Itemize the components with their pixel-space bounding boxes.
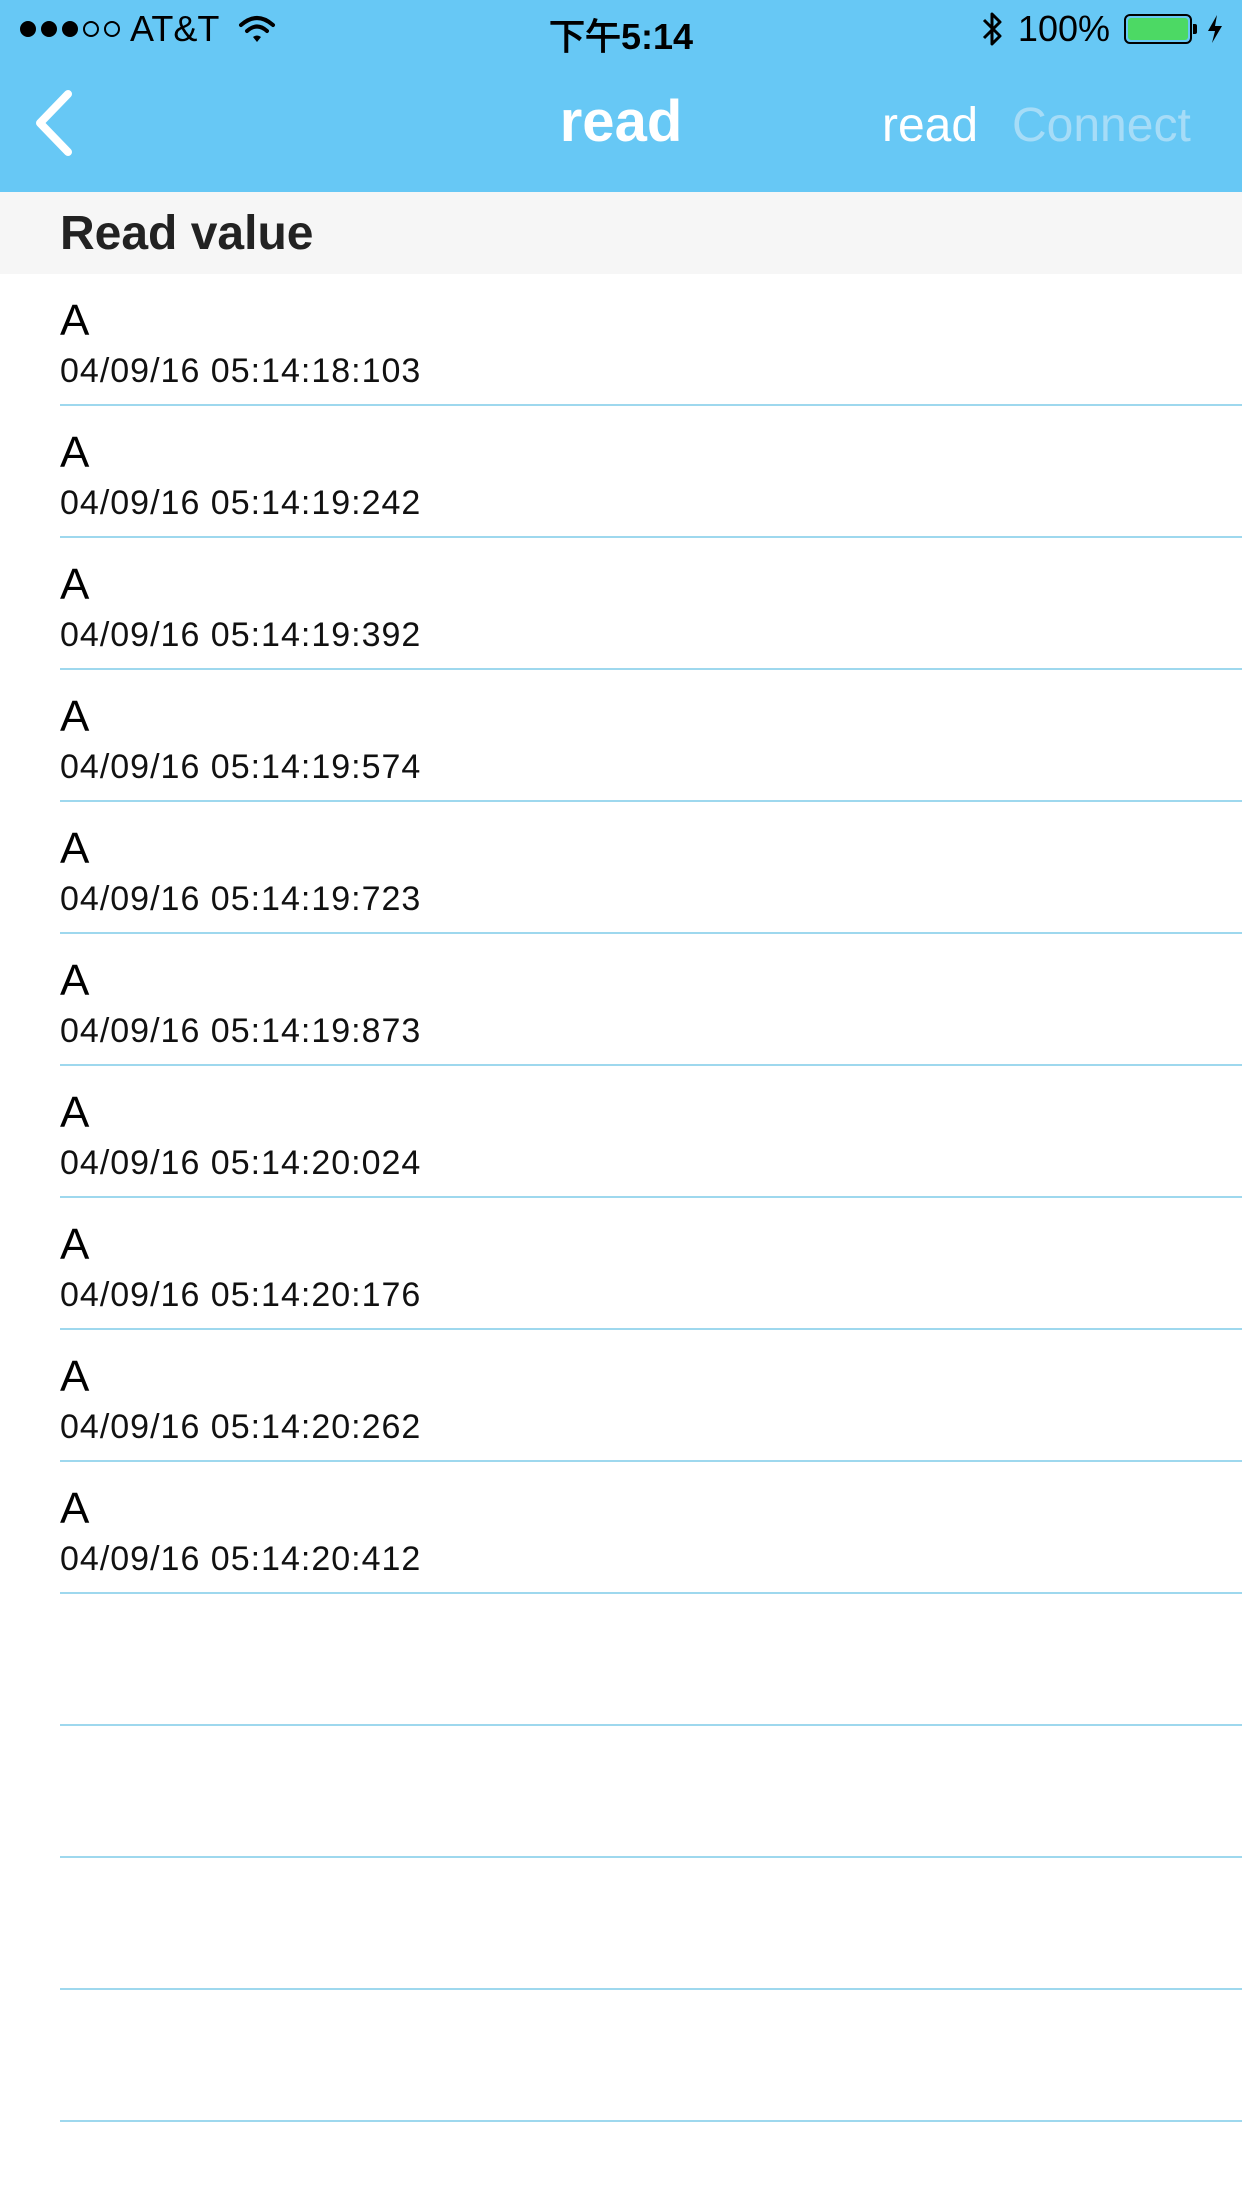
row-divider (60, 2120, 1242, 2122)
item-value: A (60, 296, 90, 345)
item-timestamp: 04/09/16 05:14:18:103 (60, 352, 422, 390)
item-value: A (60, 956, 90, 1005)
status-bar: AT&T 下午5:14 100% (0, 0, 1242, 60)
list-item[interactable]: A 04/09/16 05:14:19:873 (0, 934, 1242, 1066)
read-button[interactable]: read (882, 98, 978, 153)
section-title: Read value (60, 207, 314, 260)
list-item-empty[interactable] (0, 1858, 1242, 1990)
item-value: A (60, 1352, 90, 1401)
item-value: A (60, 692, 90, 741)
connect-button[interactable]: Connect (1012, 98, 1191, 153)
item-timestamp: 04/09/16 05:14:20:176 (60, 1276, 422, 1314)
item-timestamp: 04/09/16 05:14:19:723 (60, 880, 422, 918)
list-item-empty[interactable] (0, 1990, 1242, 2122)
item-value: A (60, 1484, 90, 1533)
item-timestamp: 04/09/16 05:14:19:242 (60, 484, 422, 522)
list-item[interactable]: A 04/09/16 05:14:20:412 (0, 1462, 1242, 1594)
battery-percent: 100% (1017, 8, 1110, 49)
list-item[interactable]: A 04/09/16 05:14:20:262 (0, 1330, 1242, 1462)
read-value-list[interactable]: A 04/09/16 05:14:18:103 A 04/09/16 05:14… (0, 274, 1242, 2122)
item-timestamp: 04/09/16 05:14:19:392 (60, 616, 422, 654)
item-timestamp: 04/09/16 05:14:20:024 (60, 1144, 422, 1182)
item-timestamp: 04/09/16 05:14:19:574 (60, 748, 422, 786)
item-timestamp: 04/09/16 05:14:19:873 (60, 1012, 422, 1050)
battery-fill (1128, 18, 1188, 40)
item-value: A (60, 1220, 90, 1269)
item-value: A (60, 428, 90, 477)
charging-bolt-icon (1208, 15, 1222, 43)
list-item-empty[interactable] (0, 1726, 1242, 1858)
list-item[interactable]: A 04/09/16 05:14:20:176 (0, 1198, 1242, 1330)
list-item-empty[interactable] (0, 1594, 1242, 1726)
item-timestamp: 04/09/16 05:14:20:262 (60, 1408, 422, 1446)
status-right: 100% (980, 8, 1224, 50)
item-value: A (60, 560, 90, 609)
list-item[interactable]: A 04/09/16 05:14:19:242 (0, 406, 1242, 538)
battery-icon (1124, 14, 1197, 44)
list-item[interactable]: A 04/09/16 05:14:19:574 (0, 670, 1242, 802)
top-bar: AT&T 下午5:14 100% read read Connect (0, 0, 1242, 192)
section-header: Read value (0, 192, 1242, 274)
list-item[interactable]: A 04/09/16 05:14:19:392 (0, 538, 1242, 670)
navigation-bar: read read Connect (0, 60, 1242, 192)
bluetooth-icon (982, 12, 1002, 46)
item-value: A (60, 1088, 90, 1137)
item-timestamp: 04/09/16 05:14:20:412 (60, 1540, 422, 1578)
list-item[interactable]: A 04/09/16 05:14:18:103 (0, 274, 1242, 406)
list-item[interactable]: A 04/09/16 05:14:19:723 (0, 802, 1242, 934)
item-value: A (60, 824, 90, 873)
list-item[interactable]: A 04/09/16 05:14:20:024 (0, 1066, 1242, 1198)
